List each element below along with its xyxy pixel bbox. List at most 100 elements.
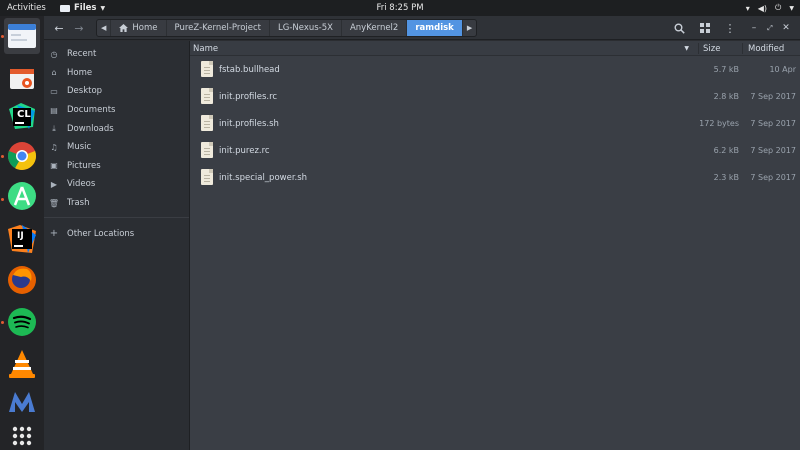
restore-icon: ⤢: [767, 23, 773, 32]
folder-icon: ▭: [50, 86, 58, 96]
search-button[interactable]: [668, 19, 690, 37]
maximize-button[interactable]: ⤢: [762, 19, 778, 37]
column-header-label: Name: [193, 43, 219, 54]
dock-chrome[interactable]: [4, 138, 40, 174]
file-row[interactable]: init.purez.rc 6.2 kB 7 Sep 2017: [190, 137, 800, 164]
file-modified: 7 Sep 2017: [750, 119, 796, 128]
sidebar-item-label: Trash: [67, 198, 90, 209]
script-file-icon: [201, 115, 213, 131]
wifi-icon[interactable]: ▾: [746, 4, 750, 13]
sidebar-item-videos[interactable]: ▶ Videos: [44, 175, 189, 194]
sidebar-item-label: Desktop: [67, 86, 103, 97]
path-scroll-left-button[interactable]: ◀: [97, 20, 112, 36]
view-toggle-button[interactable]: [694, 19, 716, 37]
path-scroll-right-button[interactable]: ▶: [463, 20, 476, 36]
dock-spotify[interactable]: [4, 304, 40, 340]
dock-files[interactable]: [4, 18, 40, 54]
dock-clion[interactable]: CL: [4, 98, 40, 134]
volume-icon[interactable]: ◀): [758, 4, 767, 13]
sidebar-item-trash[interactable]: 🗑 Trash: [44, 194, 189, 213]
file-modified: 7 Sep 2017: [750, 146, 796, 155]
sidebar-item-home[interactable]: ⌂ Home: [44, 64, 189, 83]
running-indicator: [1, 198, 4, 201]
sidebar-item-label: Music: [67, 142, 92, 153]
column-header-size[interactable]: Size: [703, 41, 743, 56]
clock[interactable]: Fri 8:25 PM: [0, 3, 800, 13]
plus-icon: +: [49, 228, 59, 240]
column-separator[interactable]: [698, 43, 699, 54]
app-menu[interactable]: Files ▼: [60, 3, 105, 13]
document-icon: ▤: [50, 105, 58, 115]
close-icon: ✕: [782, 23, 790, 33]
text-file-icon: [201, 142, 213, 158]
clock-icon: ◷: [50, 49, 58, 59]
dock-vlc[interactable]: [4, 346, 40, 382]
more-vertical-icon: ⋮: [724, 21, 736, 35]
dock-app-m[interactable]: [4, 384, 40, 420]
vlc-icon: [9, 350, 35, 378]
close-button[interactable]: ✕: [778, 19, 794, 37]
sidebar-item-pictures[interactable]: ▣ Pictures: [44, 157, 189, 176]
back-button[interactable]: ←: [48, 19, 70, 37]
path-segment-anykernel2[interactable]: AnyKernel2: [342, 20, 408, 36]
column-separator[interactable]: [742, 43, 743, 54]
path-segment-ramdisk[interactable]: ramdisk: [407, 20, 463, 36]
sidebar-item-label: Other Locations: [67, 228, 135, 239]
sidebar-item-music[interactable]: ♫ Music: [44, 138, 189, 157]
column-header-modified[interactable]: Modified: [748, 41, 800, 56]
activities-button[interactable]: Activities: [7, 3, 46, 13]
download-icon: ⤓: [52, 123, 56, 133]
menu-button[interactable]: ⋮: [719, 19, 741, 37]
sidebar-item-downloads[interactable]: ⤓ Downloads: [44, 119, 189, 138]
sidebar-item-label: Home: [67, 67, 93, 78]
file-size: 172 bytes: [699, 119, 739, 128]
sidebar-item-label: Videos: [67, 179, 96, 190]
path-segment-lg-nexus-5x[interactable]: LG-Nexus-5X: [270, 20, 342, 36]
file-row[interactable]: init.special_power.sh 2.3 kB 7 Sep 2017: [190, 164, 800, 191]
sidebar-item-label: Pictures: [67, 160, 101, 171]
file-row[interactable]: init.profiles.sh 172 bytes 7 Sep 2017: [190, 110, 800, 137]
file-list-view: Name ▼ Size Modified fstab.bullhead 5.7 …: [190, 41, 800, 450]
dock-intellij[interactable]: IJ: [4, 221, 40, 257]
music-icon: ♫: [50, 142, 58, 152]
home-icon: [119, 24, 129, 32]
sidebar-item-label: Downloads: [67, 123, 114, 134]
sidebar-item-documents[interactable]: ▤ Documents: [44, 101, 189, 120]
dock-firefox[interactable]: [4, 262, 40, 298]
power-icon[interactable]: ⏻: [775, 3, 781, 13]
file-row[interactable]: init.profiles.rc 2.8 kB 7 Sep 2017: [190, 83, 800, 110]
sidebar-item-other-locations[interactable]: + Other Locations: [44, 224, 189, 243]
column-header-name[interactable]: Name ▼: [193, 41, 698, 56]
column-headers: Name ▼ Size Modified: [190, 41, 800, 56]
system-tray[interactable]: ▾ ◀) ⏻ ▼: [746, 3, 794, 13]
path-segment-label: PureZ-Kernel-Project: [174, 23, 262, 33]
file-row[interactable]: fstab.bullhead 5.7 kB 10 Apr: [190, 56, 800, 83]
m-app-icon: [9, 392, 35, 412]
show-applications-button[interactable]: [4, 418, 40, 450]
file-size: 2.3 kB: [713, 173, 739, 182]
path-segment-home[interactable]: Home: [111, 20, 167, 36]
running-indicator: [1, 321, 4, 324]
minimize-button[interactable]: –: [746, 19, 762, 37]
header-bar: ← → ◀ Home PureZ-Kernel-Project LG-Nexus…: [44, 16, 800, 40]
sidebar-item-recent[interactable]: ◷ Recent: [44, 45, 189, 64]
forward-button[interactable]: →: [68, 19, 90, 37]
sidebar-item-label: Documents: [67, 105, 116, 116]
path-segment-label: ramdisk: [415, 23, 454, 33]
dock-ubuntu-software[interactable]: [4, 58, 40, 94]
app-menu-label: Files: [74, 3, 97, 13]
chevron-down-icon: ▼: [100, 4, 106, 12]
search-icon: [674, 23, 685, 34]
path-segment-label: LG-Nexus-5X: [278, 23, 333, 33]
picture-icon: ▣: [50, 161, 58, 171]
file-name: init.profiles.rc: [219, 91, 278, 102]
sidebar-item-desktop[interactable]: ▭ Desktop: [44, 82, 189, 101]
dock-android-studio[interactable]: [4, 178, 40, 214]
running-indicator: [1, 155, 4, 158]
chevron-right-icon: ▶: [466, 24, 473, 32]
dock: CL IJ: [0, 16, 44, 450]
trash-icon: 🗑: [48, 198, 60, 208]
file-modified: 7 Sep 2017: [750, 92, 796, 101]
path-segment-purez-kernel-project[interactable]: PureZ-Kernel-Project: [167, 20, 270, 36]
chevron-down-icon[interactable]: ▼: [789, 5, 794, 12]
